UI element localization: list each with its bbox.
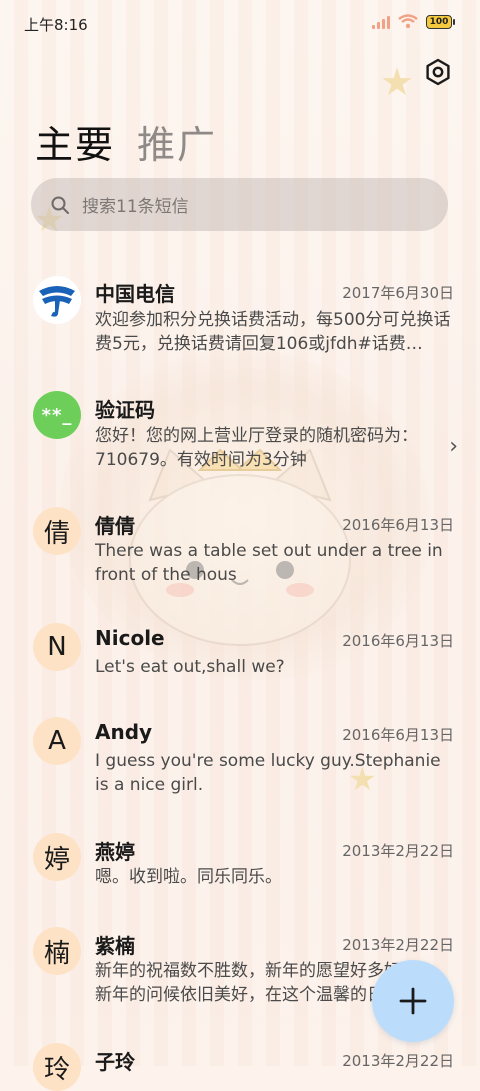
conversation-name: 中国电信: [95, 282, 175, 306]
conversation-preview: Let's eat out,shall we?: [95, 657, 285, 677]
contact-avatar: N: [33, 623, 81, 671]
conversation-item[interactable]: 婷 燕婷 2013年2月22日 嗯。收到啦。同乐同乐。: [0, 812, 480, 904]
contact-avatar: 倩: [33, 507, 81, 555]
conversation-date: 2016年6月13日: [342, 516, 454, 534]
conversation-name: 燕婷: [95, 840, 135, 864]
conversation-name: 验证码: [95, 398, 155, 422]
conversation-item[interactable]: 倩 倩倩 2016年6月13日 There was a table set ou…: [0, 486, 480, 602]
status-bar: 上午8:16 100: [0, 0, 480, 46]
tab-promotions[interactable]: 推广: [137, 114, 217, 169]
conversation-name: 子玲: [95, 1050, 135, 1074]
contact-avatar: 婷: [33, 833, 81, 881]
new-message-button[interactable]: [372, 960, 454, 1042]
decorative-star-icon: ★: [380, 60, 415, 104]
search-icon: [51, 196, 69, 214]
conversation-name: 倩倩: [95, 514, 135, 538]
status-time: 上午8:16: [24, 16, 88, 34]
conversation-preview: There was a table set out under a tree i…: [95, 541, 443, 585]
contact-avatar: 玲: [33, 1043, 81, 1091]
verification-code-avatar: **_: [33, 391, 81, 439]
china-telecom-logo-icon: [33, 276, 81, 324]
plus-icon: [399, 987, 427, 1015]
conversation-date: 2013年2月22日: [342, 842, 454, 860]
conversation-name: 紫楠: [95, 934, 135, 958]
conversation-item[interactable]: A Andy 2016年6月13日 I guess you're some lu…: [0, 696, 480, 812]
tab-main[interactable]: 主要: [35, 114, 115, 169]
conversation-date: 2013年2月22日: [342, 936, 454, 954]
conversation-name: Andy: [95, 720, 153, 744]
search-bar[interactable]: 搜索11条短信: [31, 178, 448, 231]
conversation-item[interactable]: 中国电信 2017年6月30日 欢迎参加积分兑换话费活动，每500分可兑换话费5…: [0, 256, 480, 370]
tab-bar: 主要 推广: [35, 114, 217, 169]
battery-icon: 100: [426, 14, 455, 29]
signal-icon: [372, 15, 390, 29]
conversation-item[interactable]: **_ 验证码 › 您好！您的网上营业厅登录的随机密码为：710679。有效时间…: [0, 370, 480, 486]
conversation-date: 2016年6月13日: [342, 726, 454, 744]
chevron-right-icon[interactable]: ›: [449, 434, 458, 459]
conversation-date: 2016年6月13日: [342, 632, 454, 650]
search-placeholder: 搜索11条短信: [82, 197, 189, 217]
conversation-date: 2017年6月30日: [342, 284, 454, 302]
conversation-preview: 欢迎参加积分兑换话费活动，每500分可兑换话费5元，兑换话费请回复106或jfd…: [95, 310, 451, 354]
conversation-preview: I guess you're some lucky guy.Stephanie …: [95, 751, 441, 795]
conversation-name: Nicole: [95, 626, 165, 650]
contact-avatar: A: [33, 717, 81, 765]
conversation-preview: 嗯。收到啦。同乐同乐。: [95, 867, 282, 887]
contact-avatar: 楠: [33, 927, 81, 975]
conversation-preview: 您好！您的网上营业厅登录的随机密码为：710679。有效时间为3分钟: [95, 426, 418, 470]
conversation-item[interactable]: N Nicole 2016年6月13日 Let's eat out,shall …: [0, 602, 480, 694]
status-icons: 100: [372, 14, 455, 29]
conversation-date: 2013年2月22日: [342, 1052, 454, 1070]
wifi-icon: [398, 14, 418, 29]
settings-gear-icon[interactable]: [424, 58, 452, 86]
